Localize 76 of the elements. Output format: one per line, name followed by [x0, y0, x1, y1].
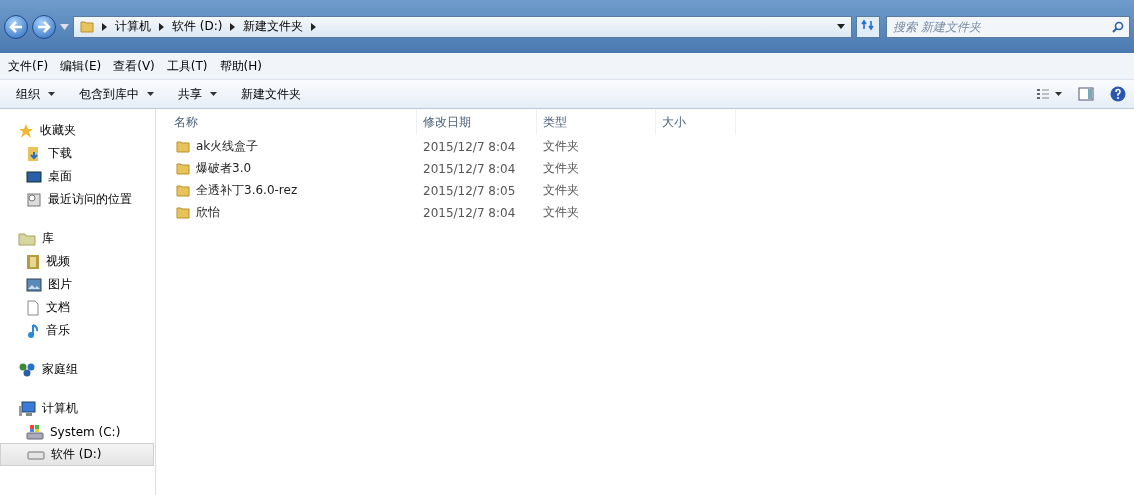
modified-date: 2015/12/7 8:04	[422, 161, 517, 176]
breadcrumb[interactable]: 软件 (D:)	[172, 18, 223, 35]
breadcrumb[interactable]: 计算机	[115, 18, 151, 35]
folder-icon	[80, 20, 94, 33]
system-drive-icon	[26, 423, 44, 440]
sidebar-group[interactable]: 计算机	[0, 397, 154, 420]
search-icon	[1112, 20, 1124, 33]
breadcrumb[interactable]: 新建文件夹	[243, 18, 304, 35]
column-header[interactable]: 类型	[537, 109, 656, 135]
back-button[interactable]	[4, 14, 28, 39]
file-name: 欣怡	[196, 204, 220, 221]
recent-places-icon	[26, 191, 42, 208]
folder-icon	[176, 206, 190, 219]
chevron-icon	[230, 22, 236, 31]
menu-item[interactable]: 编辑(E)	[56, 55, 106, 77]
sidebar-item[interactable]: 文档	[0, 296, 154, 319]
forward-button[interactable]	[32, 14, 56, 39]
toolbar-button[interactable]: 组织	[8, 81, 63, 107]
column-header[interactable]: 名称	[156, 109, 417, 135]
file-type: 文件夹	[542, 182, 580, 199]
help-icon[interactable]	[1110, 86, 1126, 102]
chevron-icon	[159, 22, 164, 31]
menu-item[interactable]: 帮助(H)	[215, 55, 266, 77]
sidebar-item[interactable]: 音乐	[0, 319, 154, 342]
sidebar-group[interactable]: 库	[0, 227, 154, 250]
sidebar-item[interactable]: System (C:)	[0, 420, 154, 443]
history-dropdown-icon[interactable]	[60, 23, 69, 30]
toolbar-button[interactable]: 新建文件夹	[233, 81, 309, 107]
document-icon	[26, 299, 40, 316]
folder-icon	[176, 140, 190, 153]
menu-item[interactable]: 文件(F)	[4, 55, 53, 77]
menu-item[interactable]: 工具(T)	[162, 55, 212, 77]
modified-date: 2015/12/7 8:04	[422, 139, 517, 154]
film-icon	[26, 253, 40, 270]
file-name: ak火线盒子	[196, 138, 259, 155]
file-type: 文件夹	[542, 138, 580, 155]
sidebar-item[interactable]: 下载	[0, 142, 154, 165]
back-arrow-icon	[9, 20, 23, 33]
computer-icon	[18, 400, 36, 417]
star-icon	[18, 122, 34, 139]
sidebar-item[interactable]: 图片	[0, 273, 154, 296]
picture-icon	[26, 277, 42, 292]
modified-date: 2015/12/7 8:05	[422, 183, 517, 198]
sidebar-item[interactable]: 最近访问的位置	[0, 188, 154, 211]
modified-date: 2015/12/7 8:04	[422, 205, 517, 220]
refresh-arrows-icon	[861, 19, 875, 31]
folder-icon	[176, 162, 190, 175]
file-name: 全透补丁3.6.0-rez	[196, 182, 298, 199]
column-header[interactable]: 修改日期	[417, 109, 537, 135]
column-header[interactable]: 大小	[656, 109, 736, 135]
homegroup-icon	[18, 361, 36, 378]
folder-icon	[176, 184, 190, 197]
sidebar-item[interactable]: 软件 (D:)	[0, 443, 154, 466]
sidebar-group[interactable]: 收藏夹	[0, 119, 154, 142]
sidebar-group[interactable]: 家庭组	[0, 358, 154, 381]
library-folder-icon	[18, 231, 36, 246]
preview-pane-icon[interactable]	[1078, 87, 1094, 101]
chevron-icon	[102, 22, 107, 31]
file-type: 文件夹	[542, 160, 580, 177]
view-options-icon[interactable]	[1036, 88, 1062, 100]
drive-icon	[27, 449, 45, 460]
toolbar-button[interactable]: 包含到库中	[71, 81, 162, 107]
sidebar-item[interactable]: 视频	[0, 250, 154, 273]
refresh-button[interactable]	[856, 15, 880, 38]
desktop-icon	[26, 169, 42, 184]
chevron-icon	[311, 22, 317, 31]
music-note-icon	[26, 322, 40, 339]
file-name: 爆破者3.0	[196, 160, 252, 177]
sidebar-item[interactable]: 桌面	[0, 165, 154, 188]
toolbar-button[interactable]: 共享	[170, 81, 225, 107]
dropdown-icon[interactable]	[837, 24, 845, 29]
search-field[interactable]: 搜索 新建文件夹	[886, 15, 1130, 38]
menu-item[interactable]: 查看(V)	[109, 55, 159, 77]
address-bar[interactable]: 计算机 软件 (D:) 新建文件夹	[73, 15, 852, 38]
file-type: 文件夹	[542, 204, 580, 221]
forward-arrow-icon	[37, 20, 51, 33]
